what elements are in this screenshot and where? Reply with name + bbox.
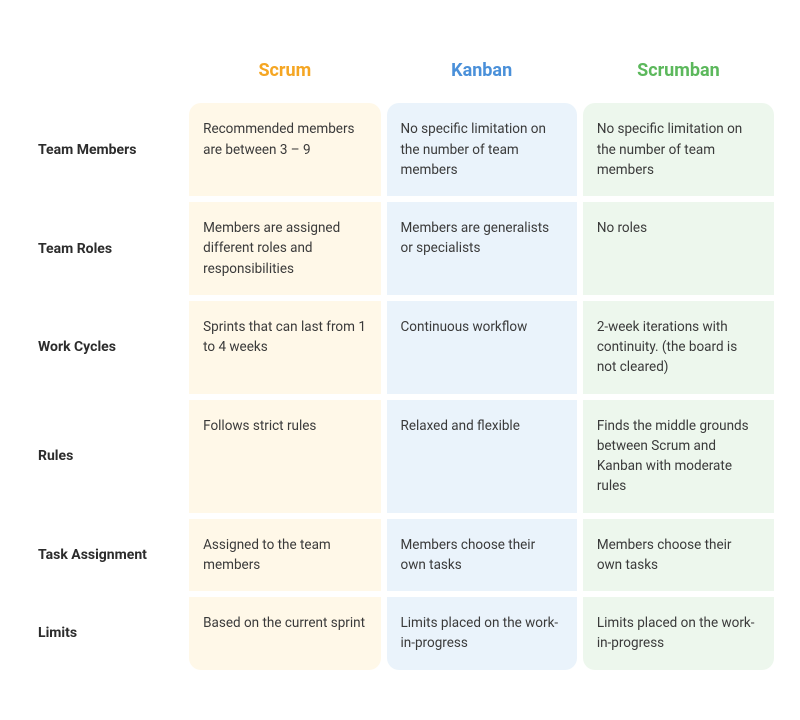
row-label-task-assignment: Task Assignment xyxy=(26,519,183,592)
scrumban-cell-1: No roles xyxy=(583,202,774,295)
table-row: Team RolesMembers are assigned different… xyxy=(26,202,774,295)
table-row: RulesFollows strict rulesRelaxed and fle… xyxy=(26,400,774,513)
row-label-work-cycles: Work Cycles xyxy=(26,301,183,394)
scrum-cell-4: Assigned to the team members xyxy=(189,519,380,592)
table-row: LimitsBased on the current sprintLimits … xyxy=(26,597,774,670)
scrum-cell-1: Members are assigned different roles and… xyxy=(189,202,380,295)
scrumban-cell-4: Members choose their own tasks xyxy=(583,519,774,592)
scrum-cell-2: Sprints that can last from 1 to 4 weeks xyxy=(189,301,380,394)
row-label-limits: Limits xyxy=(26,597,183,670)
row-label-team-members: Team Members xyxy=(26,103,183,196)
header-row: Scrum Kanban Scrumban xyxy=(26,50,774,97)
scrum-cell-3: Follows strict rules xyxy=(189,400,380,513)
scrumban-cell-2: 2-week iterations with continuity. (the … xyxy=(583,301,774,394)
table-row: Team MembersRecommended members are betw… xyxy=(26,103,774,196)
comparison-table-container: Scrum Kanban Scrumban Team MembersRecomm… xyxy=(20,44,780,675)
kanban-cell-3: Relaxed and flexible xyxy=(387,400,577,513)
kanban-cell-2: Continuous workflow xyxy=(387,301,577,394)
header-scrum: Scrum xyxy=(189,50,380,97)
header-empty xyxy=(26,50,183,97)
scrumban-cell-3: Finds the middle grounds between Scrum a… xyxy=(583,400,774,513)
scrumban-cell-5: Limits placed on the work-in-progress xyxy=(583,597,774,670)
table-row: Task AssignmentAssigned to the team memb… xyxy=(26,519,774,592)
table-row: Work CyclesSprints that can last from 1 … xyxy=(26,301,774,394)
kanban-cell-5: Limits placed on the work-in-progress xyxy=(387,597,577,670)
scrum-cell-5: Based on the current sprint xyxy=(189,597,380,670)
table-body: Team MembersRecommended members are betw… xyxy=(26,103,774,669)
row-label-rules: Rules xyxy=(26,400,183,513)
row-label-team-roles: Team Roles xyxy=(26,202,183,295)
kanban-cell-4: Members choose their own tasks xyxy=(387,519,577,592)
scrum-cell-0: Recommended members are between 3 – 9 xyxy=(189,103,380,196)
header-scrumban: Scrumban xyxy=(583,50,774,97)
kanban-cell-1: Members are generalists or specialists xyxy=(387,202,577,295)
scrumban-cell-0: No specific limitation on the number of … xyxy=(583,103,774,196)
kanban-cell-0: No specific limitation on the number of … xyxy=(387,103,577,196)
header-kanban: Kanban xyxy=(387,50,577,97)
comparison-table: Scrum Kanban Scrumban Team MembersRecomm… xyxy=(20,44,780,675)
